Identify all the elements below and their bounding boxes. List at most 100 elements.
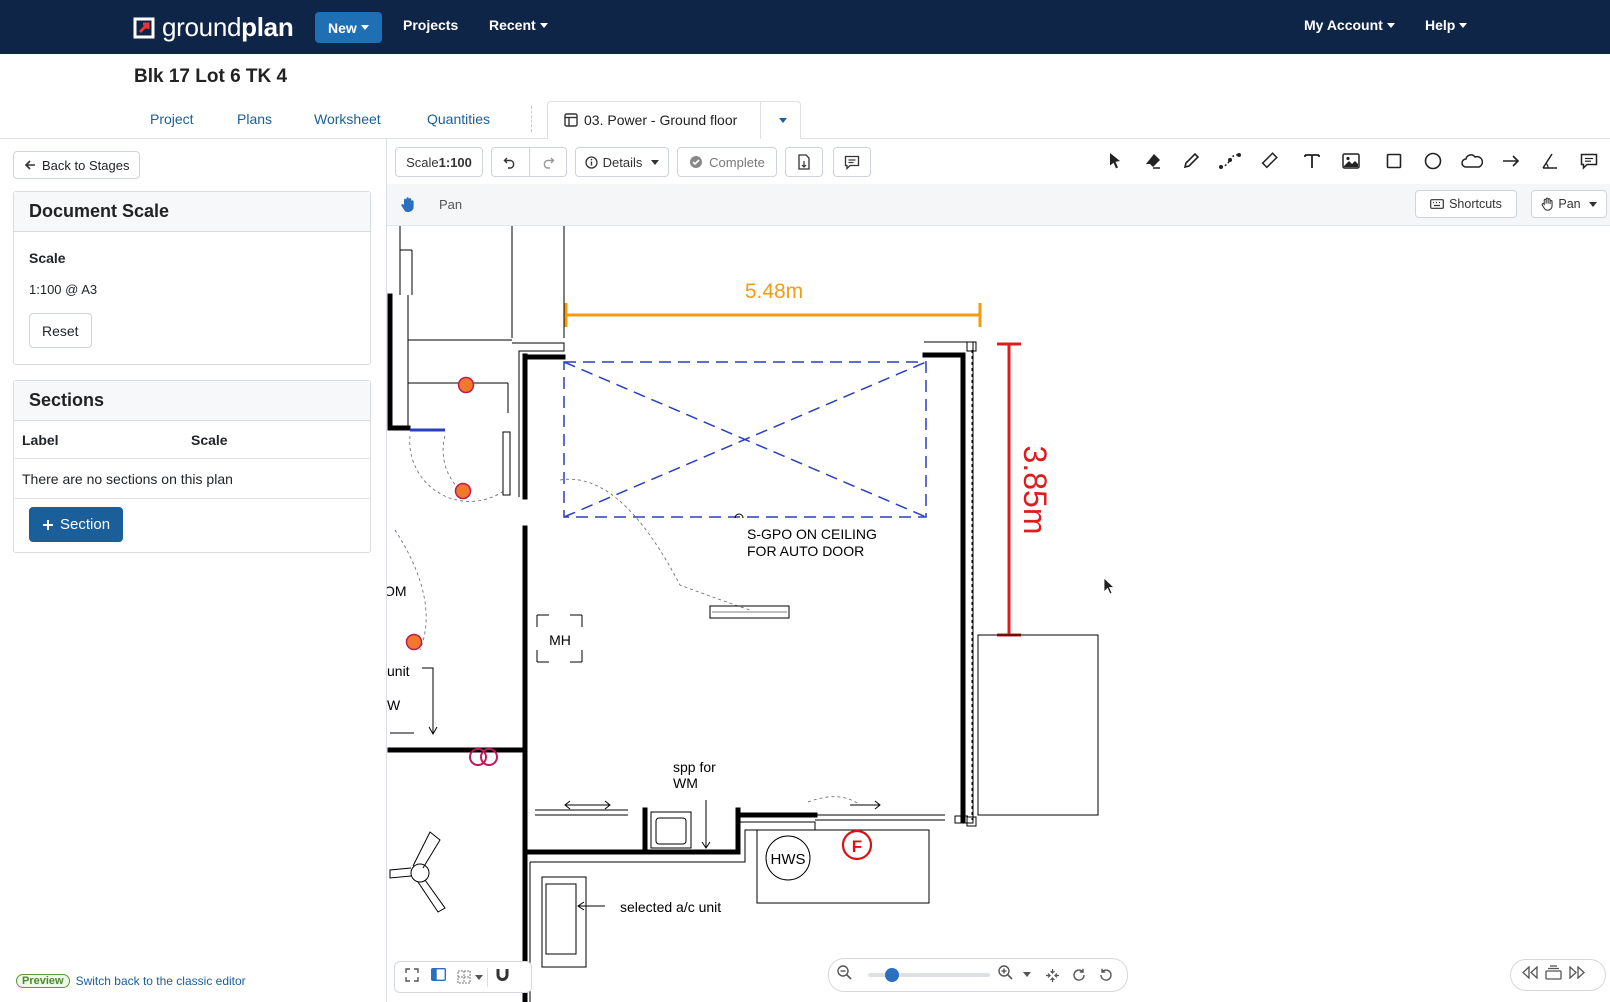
zoom-in-icon[interactable]: [998, 965, 1019, 985]
scale-label: Scale: [29, 250, 66, 266]
tab-worksheet[interactable]: Worksheet: [314, 111, 381, 127]
plus-icon: [43, 519, 53, 530]
plan-dropdown-button[interactable]: [760, 102, 800, 139]
nav-my-account[interactable]: My Account: [1304, 17, 1395, 33]
top-navbar: groundplan New Projects Recent My Accoun…: [0, 0, 1610, 54]
spp-line-1: spp for: [673, 759, 716, 775]
pages-stack-icon[interactable]: [1545, 965, 1562, 985]
document-scale-title: Document Scale: [14, 192, 370, 232]
grid-dropdown-icon[interactable]: [457, 970, 487, 984]
polyline-icon[interactable]: [1218, 149, 1242, 173]
pan-dropdown-button[interactable]: Pan: [1531, 190, 1607, 218]
fullscreen-icon[interactable]: [405, 967, 431, 987]
image-icon[interactable]: [1339, 149, 1363, 173]
undo-redo-group: [491, 147, 567, 177]
nav-help[interactable]: Help: [1425, 17, 1468, 33]
fit-to-screen-icon[interactable]: [1039, 968, 1066, 983]
details-label: Details: [602, 154, 643, 170]
caret-down-icon: [651, 159, 660, 165]
redo-button[interactable]: [530, 155, 567, 169]
project-title: Blk 17 Lot 6 TK 4: [134, 66, 288, 87]
sidebar-toggle-icon[interactable]: [430, 967, 457, 986]
pan-label: Pan: [1558, 197, 1581, 211]
mouse-cursor-icon: [1103, 577, 1116, 595]
tab-quantities[interactable]: Quantities: [427, 111, 490, 127]
comments-button[interactable]: [833, 147, 871, 177]
w-fragment-label: W: [387, 697, 401, 713]
text-icon[interactable]: [1300, 149, 1324, 173]
arrow-left-icon: [24, 160, 35, 170]
shortcuts-label: Shortcuts: [1449, 197, 1502, 211]
reset-button[interactable]: Reset: [29, 313, 92, 348]
classic-editor-link[interactable]: Switch back to the classic editor: [76, 974, 246, 988]
mode-bar: Pan Shortcuts Pan: [387, 184, 1610, 226]
hand-icon-small: [1541, 197, 1553, 211]
floor-plan-drawing[interactable]: 5.48m 3.85m S-GPO ON CEILING FOR AUTO DO…: [387, 226, 1610, 1002]
sections-header-row: Label Scale: [14, 421, 370, 459]
zoom-knob[interactable]: [885, 968, 900, 982]
arrow-icon[interactable]: [1499, 149, 1523, 173]
new-dropdown-button[interactable]: New: [315, 12, 382, 43]
zoom-slider[interactable]: [867, 968, 991, 982]
select-icon[interactable]: [1103, 149, 1127, 173]
previous-page-icon[interactable]: [1521, 965, 1539, 984]
eraser-icon[interactable]: [1141, 149, 1165, 173]
sections-empty-row: There are no sections on this plan: [14, 459, 370, 499]
scale-value: 1:100 @ A3: [29, 282, 98, 297]
info-icon: [584, 155, 598, 169]
rotate-ccw-icon[interactable]: [1092, 968, 1119, 982]
plan-canvas[interactable]: 5.48m 3.85m S-GPO ON CEILING FOR AUTO DO…: [387, 226, 1610, 1002]
snap-magnet-icon[interactable]: [487, 967, 513, 987]
plan-tab-active[interactable]: 03. Power - Ground floor: [547, 101, 801, 139]
tab-separator: [531, 106, 532, 132]
preview-badge: Preview: [16, 974, 70, 988]
next-page-icon[interactable]: [1568, 965, 1586, 984]
details-dropdown-button[interactable]: Details: [575, 147, 669, 177]
scale-prefix: Scale: [406, 154, 439, 170]
ruler-icon[interactable]: [1257, 149, 1281, 173]
zoom-controls: [828, 958, 1128, 992]
col-scale: Scale: [191, 432, 228, 448]
add-section-button[interactable]: Section: [29, 507, 124, 542]
unit-fragment-label: unit: [387, 663, 410, 679]
brand-logo[interactable]: groundplan: [132, 12, 294, 43]
rotate-cw-icon[interactable]: [1065, 968, 1092, 982]
undo-button[interactable]: [492, 148, 530, 176]
nav-projects[interactable]: Projects: [403, 17, 458, 33]
hand-icon: [400, 196, 416, 218]
zoom-out-icon[interactable]: [837, 965, 860, 985]
pencil-icon[interactable]: [1179, 149, 1203, 173]
spp-line-2: WM: [673, 775, 698, 791]
fire-label: F: [852, 837, 862, 856]
ac-unit-label: selected a/c unit: [620, 899, 721, 915]
caret-down-icon: [539, 23, 548, 28]
undo-icon: [503, 157, 515, 169]
caret-down-icon: [1588, 201, 1597, 207]
complete-button[interactable]: Complete: [677, 147, 777, 177]
back-to-stages-button[interactable]: Back to Stages: [13, 151, 141, 179]
caret-down-icon: [1459, 23, 1468, 28]
rectangle-icon[interactable]: [1382, 149, 1406, 173]
angle-icon[interactable]: [1538, 149, 1562, 173]
plan-tab-label: 03. Power - Ground floor: [584, 112, 738, 128]
export-pdf-button[interactable]: [785, 147, 823, 177]
back-label: Back to Stages: [42, 157, 130, 173]
mh-label: MH: [549, 632, 571, 648]
comment-icon[interactable]: [1577, 149, 1601, 173]
circle-icon[interactable]: [1421, 149, 1445, 173]
scale-button-value: 1:100: [438, 154, 472, 170]
scale-button[interactable]: Scale 1:100: [395, 147, 483, 177]
note-line-1: S-GPO ON CEILING: [747, 526, 877, 542]
zoom-dropdown-icon[interactable]: [1019, 966, 1038, 984]
document-scale-card: Document Scale Scale 1:100 @ A3 Reset: [13, 191, 371, 365]
tab-plans[interactable]: Plans: [237, 111, 272, 127]
cloud-icon[interactable]: [1460, 149, 1484, 173]
page-nav-controls: [1510, 959, 1606, 991]
shortcuts-button[interactable]: Shortcuts: [1415, 190, 1517, 218]
col-label: Label: [22, 432, 59, 448]
dim-vertical-label: 3.85m: [1017, 446, 1053, 535]
complete-label: Complete: [709, 154, 765, 170]
tab-project[interactable]: Project: [150, 111, 194, 127]
sections-card: Sections Label Scale There are no sectio…: [13, 380, 371, 553]
nav-recent[interactable]: Recent: [489, 17, 548, 33]
